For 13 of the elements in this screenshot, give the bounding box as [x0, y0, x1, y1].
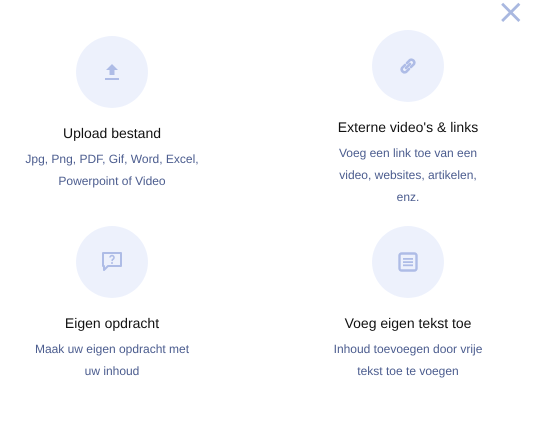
link-icon — [398, 56, 418, 76]
option-description: Maak uw eigen opdracht met uw inhoud — [34, 341, 190, 380]
option-title: Voeg eigen tekst toe — [344, 314, 472, 332]
question-bubble-icon — [101, 251, 123, 273]
upload-icon — [104, 63, 120, 81]
option-description: Inhoud toevoegen door vrije tekst toe te voegen — [332, 341, 484, 380]
option-title: Eigen opdracht — [64, 314, 160, 332]
option-title: Externe video's & links — [338, 118, 478, 136]
option-title: Upload bestand — [62, 124, 162, 142]
option-description: Jpg, Png, PDF, Gif, Word, Excel, Powerpoint of Video — [24, 151, 200, 190]
document-icon — [398, 252, 418, 272]
option-description: Voeg een link toe van een video, websites, artikelen, enz. — [338, 145, 478, 206]
close-button[interactable]: × — [494, 0, 527, 26]
